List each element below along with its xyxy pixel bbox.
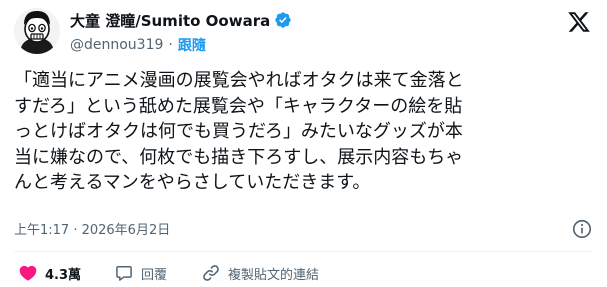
divider xyxy=(14,251,593,252)
like-count: 4.3萬 xyxy=(45,267,82,283)
tweet-text-line: すだろ」という舐めた展覧会や「キャラクターの絵を貼 xyxy=(14,95,463,117)
action-bar: 4.3萬 回覆 複製貼文的連結 xyxy=(18,262,319,284)
x-logo-icon[interactable] xyxy=(567,10,591,34)
tweet-text-line: んと考えるマンをやらさしていただきます。 xyxy=(14,172,371,193)
tweet-header: 大童 澄瞳/Sumito Oowara @dennou319 · 跟隨 xyxy=(70,10,292,55)
reply-bubble-icon xyxy=(116,266,132,281)
handle-row: @dennou319 · 跟隨 xyxy=(70,35,292,55)
follow-button[interactable]: 跟隨 xyxy=(178,35,206,55)
link-icon xyxy=(203,265,219,281)
tweet-text-line: っとけばオタクは何でも買うだろ」みたいなグッズが本 xyxy=(14,121,463,142)
author-display-name[interactable]: 大童 澄瞳/Sumito Oowara xyxy=(70,10,270,31)
info-icon[interactable] xyxy=(571,218,593,240)
copy-link-button[interactable]: 複製貼文的連結 xyxy=(201,263,319,283)
reply-label: 回覆 xyxy=(141,267,168,283)
name-row: 大童 澄瞳/Sumito Oowara xyxy=(70,10,292,30)
reply-button[interactable]: 回覆 xyxy=(114,263,167,283)
verified-badge-icon[interactable] xyxy=(274,11,292,29)
tweet-timestamp[interactable]: 上午1:17 · 2026年6月2日 xyxy=(14,219,170,238)
heart-icon xyxy=(19,265,37,281)
author-handle[interactable]: @dennou319 xyxy=(70,37,163,53)
handle-separator: · xyxy=(168,37,173,53)
like-button[interactable]: 4.3萬 xyxy=(18,263,81,283)
avatar-portrait-icon xyxy=(14,8,60,54)
tweet-text-line: 当に嫌なので、何枚でも描き下ろすし、展示内容もちゃ xyxy=(14,146,464,168)
author-avatar[interactable] xyxy=(14,8,60,54)
tweet-text: 「適当にアニメ漫画の展覧会やればオタクは来て金落と すだろ」という舐めた展覧会や… xyxy=(14,68,599,196)
copy-link-label: 複製貼文的連結 xyxy=(228,267,320,283)
tweet-text-line: 「適当にアニメ漫画の展覧会やればオタクは来て金落と xyxy=(14,70,464,91)
